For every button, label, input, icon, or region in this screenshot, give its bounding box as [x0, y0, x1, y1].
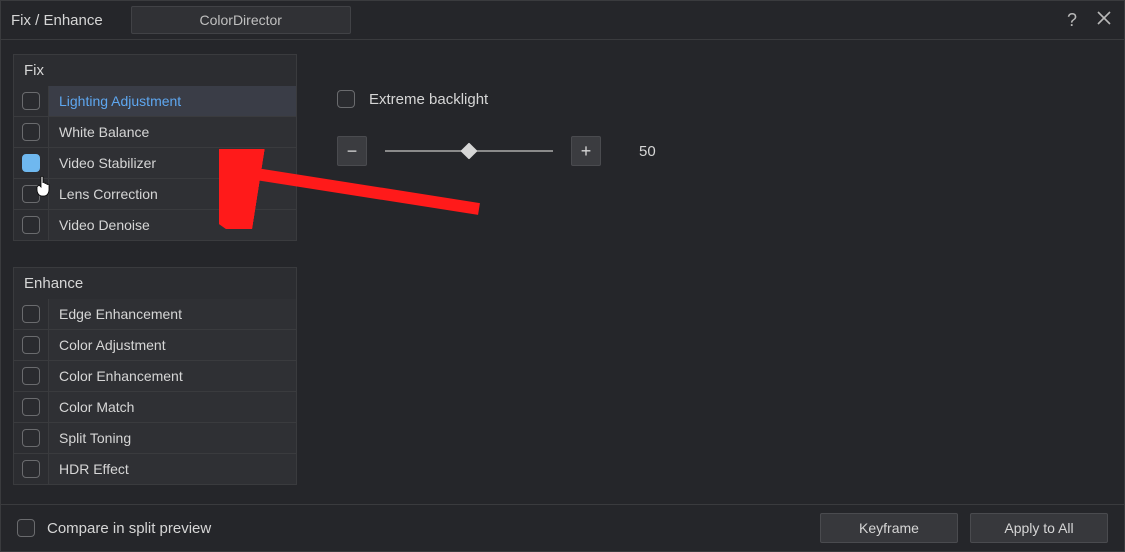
footer-left: Compare in split preview	[17, 519, 211, 537]
enhance-item-hdr-effect[interactable]: HDR Effect	[13, 454, 297, 485]
checkbox-white-balance[interactable]	[14, 117, 49, 147]
extreme-backlight-checkbox[interactable]	[337, 90, 355, 108]
checkbox-lighting-adjustment[interactable]	[14, 86, 49, 116]
checkbox-color-enhancement[interactable]	[14, 361, 49, 391]
label-video-denoise: Video Denoise	[49, 210, 296, 240]
enhance-item-split-toning[interactable]: Split Toning	[13, 423, 297, 454]
extreme-backlight-row: Extreme backlight	[337, 90, 1084, 108]
fix-item-white-balance[interactable]: White Balance	[13, 117, 297, 148]
compare-label: Compare in split preview	[47, 520, 211, 537]
window-title: Fix / Enhance	[11, 12, 113, 29]
enhance-header: Enhance	[13, 267, 297, 299]
label-hdr-effect: HDR Effect	[49, 454, 296, 484]
enhance-item-color-enhancement[interactable]: Color Enhancement	[13, 361, 297, 392]
checkbox-split-toning[interactable]	[14, 423, 49, 453]
label-lens-correction: Lens Correction	[49, 179, 296, 209]
checkbox-color-adjustment[interactable]	[14, 330, 49, 360]
footer: Compare in split preview Keyframe Apply …	[1, 504, 1124, 551]
slider-thumb[interactable]	[461, 143, 478, 160]
brightness-slider[interactable]	[385, 141, 553, 161]
colordirector-button[interactable]: ColorDirector	[131, 6, 351, 34]
enhance-panel: Enhance Edge Enhancement Color Adjustmen…	[13, 267, 297, 485]
body: Fix Lighting Adjustment White Balance Vi…	[1, 40, 1124, 506]
extreme-backlight-label: Extreme backlight	[369, 91, 488, 108]
label-color-adjustment: Color Adjustment	[49, 330, 296, 360]
label-video-stabilizer: Video Stabilizer	[49, 148, 296, 178]
checkbox-hdr-effect[interactable]	[14, 454, 49, 484]
label-lighting-adjustment: Lighting Adjustment	[49, 86, 296, 116]
fix-item-video-stabilizer[interactable]: Video Stabilizer	[13, 148, 297, 179]
fix-header: Fix	[13, 54, 297, 86]
compare-checkbox[interactable]	[17, 519, 35, 537]
label-edge-enhancement: Edge Enhancement	[49, 299, 296, 329]
titlebar-right: ?	[1062, 10, 1114, 31]
slider-value: 50	[639, 143, 656, 160]
titlebar-left: Fix / Enhance ColorDirector	[11, 6, 351, 34]
slider-decrease-button[interactable]: −	[337, 136, 367, 166]
apply-to-all-button[interactable]: Apply to All	[970, 513, 1108, 543]
close-icon[interactable]	[1094, 11, 1114, 30]
sidebar: Fix Lighting Adjustment White Balance Vi…	[1, 40, 297, 506]
fix-enhance-window: Fix / Enhance ColorDirector ? Fix Lighti…	[0, 0, 1125, 552]
checkbox-video-denoise[interactable]	[14, 210, 49, 240]
content-pane: Extreme backlight − + 50	[297, 40, 1124, 506]
enhance-item-color-adjustment[interactable]: Color Adjustment	[13, 330, 297, 361]
label-color-enhancement: Color Enhancement	[49, 361, 296, 391]
fix-panel: Fix Lighting Adjustment White Balance Vi…	[13, 54, 297, 241]
keyframe-button[interactable]: Keyframe	[820, 513, 958, 543]
footer-right: Keyframe Apply to All	[820, 513, 1108, 543]
enhance-item-edge-enhancement[interactable]: Edge Enhancement	[13, 299, 297, 330]
label-color-match: Color Match	[49, 392, 296, 422]
fix-item-lighting-adjustment[interactable]: Lighting Adjustment	[13, 86, 297, 117]
slider-row: − + 50	[337, 136, 1084, 166]
titlebar: Fix / Enhance ColorDirector ?	[1, 1, 1124, 40]
help-icon[interactable]: ?	[1062, 10, 1082, 31]
label-white-balance: White Balance	[49, 117, 296, 147]
fix-item-lens-correction[interactable]: Lens Correction	[13, 179, 297, 210]
checkbox-color-match[interactable]	[14, 392, 49, 422]
checkbox-edge-enhancement[interactable]	[14, 299, 49, 329]
fix-item-video-denoise[interactable]: Video Denoise	[13, 210, 297, 241]
label-split-toning: Split Toning	[49, 423, 296, 453]
checkbox-video-stabilizer[interactable]	[14, 148, 49, 178]
checkbox-lens-correction[interactable]	[14, 179, 49, 209]
slider-increase-button[interactable]: +	[571, 136, 601, 166]
enhance-item-color-match[interactable]: Color Match	[13, 392, 297, 423]
